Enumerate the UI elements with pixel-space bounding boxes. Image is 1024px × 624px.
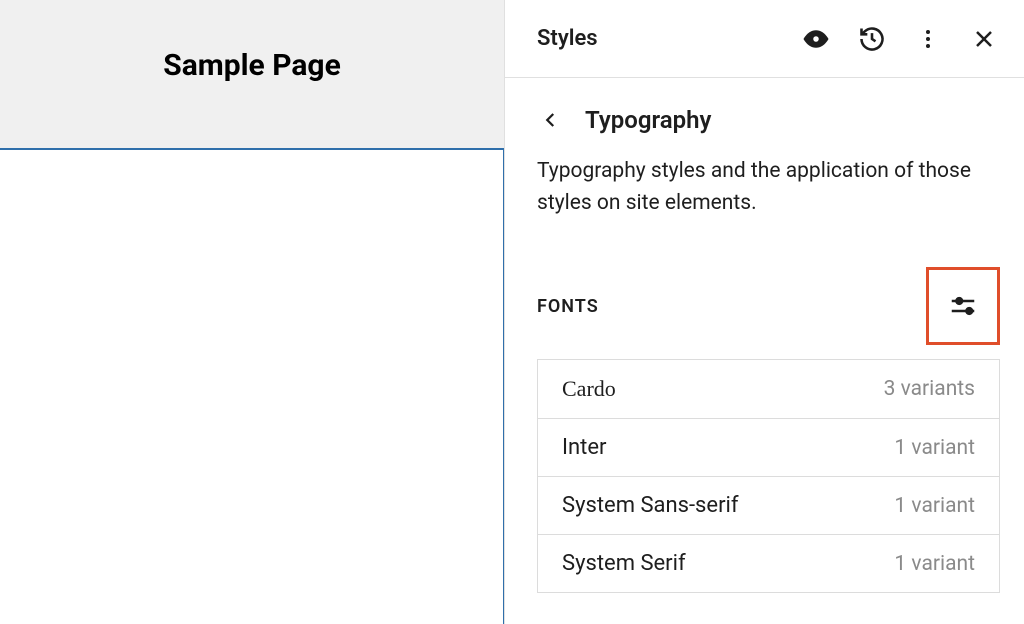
sidebar-header: Styles: [505, 0, 1024, 78]
eye-icon: [801, 24, 831, 54]
font-name: Cardo: [562, 376, 616, 402]
chevron-left-icon: [542, 111, 560, 129]
section-description: Typography styles and the application of…: [505, 142, 1024, 219]
font-variants: 1 variant: [894, 494, 975, 518]
sidebar-title: Styles: [537, 26, 598, 51]
preview-header: Sample Page: [0, 0, 504, 150]
font-row[interactable]: System Serif 1 variant: [538, 535, 999, 592]
font-variants: 3 variants: [884, 377, 975, 401]
sliders-icon: [948, 291, 978, 321]
manage-fonts-highlight: [926, 267, 1000, 345]
back-button[interactable]: [537, 106, 565, 134]
preview-body[interactable]: [0, 150, 504, 624]
font-row[interactable]: System Sans-serif 1 variant: [538, 477, 999, 535]
stylebook-button[interactable]: [800, 23, 832, 55]
page-preview: Sample Page: [0, 0, 504, 624]
section-nav: Typography: [505, 78, 1024, 142]
section-title: Typography: [585, 106, 711, 134]
font-row[interactable]: Cardo 3 variants: [538, 360, 999, 419]
font-variants: 1 variant: [894, 436, 975, 460]
close-button[interactable]: [968, 23, 1000, 55]
fonts-header: Fonts: [505, 219, 1024, 345]
more-vertical-icon: [916, 27, 940, 51]
close-icon: [972, 27, 996, 51]
history-icon: [858, 25, 886, 53]
revisions-button[interactable]: [856, 23, 888, 55]
font-name: System Sans-serif: [562, 493, 739, 518]
font-name: System Serif: [562, 551, 686, 576]
styles-sidebar: Styles: [504, 0, 1024, 624]
fonts-label: Fonts: [537, 296, 599, 317]
manage-fonts-button[interactable]: [945, 288, 981, 324]
font-list: Cardo 3 variants Inter 1 variant System …: [537, 359, 1000, 593]
more-button[interactable]: [912, 23, 944, 55]
sidebar-actions: [800, 23, 1000, 55]
font-row[interactable]: Inter 1 variant: [538, 419, 999, 477]
page-title: Sample Page: [163, 48, 341, 83]
font-name: Inter: [562, 435, 606, 460]
font-variants: 1 variant: [894, 552, 975, 576]
